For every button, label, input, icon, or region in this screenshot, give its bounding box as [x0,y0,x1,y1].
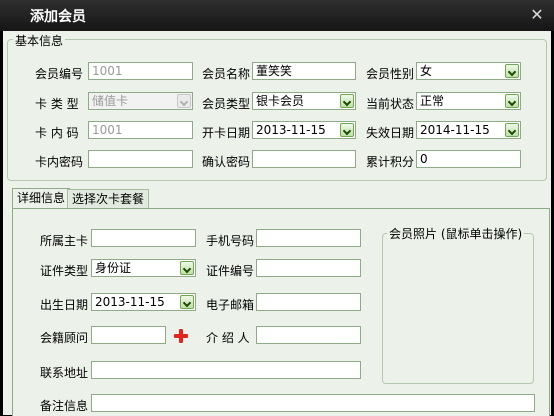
open-date-picker[interactable]: 2013-11-15 [252,121,356,139]
card-password-field[interactable] [88,150,193,168]
advisor-label: 会籍顾问 [40,331,89,345]
birth-date-value: 2013-11-15 [95,295,165,309]
points-field[interactable]: 0 [416,150,521,168]
expire-date-label: 失效日期 [366,126,415,140]
chevron-down-icon[interactable] [180,295,194,309]
member-gender-label: 会员性别 [366,67,415,81]
tab-select-package[interactable]: 选择次卡套餐 [67,189,150,209]
id-no-label: 证件编号 [206,264,255,278]
remarks-field[interactable] [91,394,535,412]
points-label: 累计积分 [366,155,415,169]
id-type-select[interactable]: 身份证 [91,259,196,277]
member-type-select[interactable]: 银卡会员 [252,92,356,110]
mobile-field[interactable] [256,229,361,247]
confirm-password-label: 确认密码 [202,155,251,169]
member-type-value: 银卡会员 [256,94,305,108]
current-status-value: 正常 [420,94,445,108]
member-gender-select[interactable]: 女 [416,62,521,80]
referrer-field[interactable] [256,326,361,344]
address-field[interactable] [91,361,361,379]
advisor-field[interactable] [91,326,166,344]
title-bar[interactable]: 添加会员 ✕ [0,0,554,32]
address-label: 联系地址 [40,366,89,380]
open-date-value: 2013-11-15 [256,123,326,137]
id-no-field[interactable] [256,259,361,277]
expire-date-picker[interactable]: 2014-11-15 [416,121,521,139]
chevron-down-icon[interactable] [505,123,519,137]
card-inner-no-field[interactable]: 1001 [88,121,193,139]
remarks-label: 备注信息 [40,399,89,413]
add-advisor-icon[interactable] [174,329,188,343]
card-inner-no-label: 卡 内 码 [35,126,79,140]
birth-date-picker[interactable]: 2013-11-15 [91,293,196,311]
card-password-label: 卡内密码 [35,155,84,169]
dialog-body: 基本信息 会员编号 1001 会员名称 董笑笑 会员性别 女 卡 类 型 储值卡… [3,31,551,416]
member-gender-value: 女 [420,64,433,78]
current-status-select[interactable]: 正常 [416,92,521,110]
current-status-label: 当前状态 [366,97,415,111]
member-name-label: 会员名称 [202,67,251,81]
main-card-field[interactable] [91,229,196,247]
member-name-field[interactable]: 董笑笑 [252,62,356,80]
card-type-select[interactable]: 储值卡 [88,92,193,110]
birth-date-label: 出生日期 [40,298,89,312]
card-type-label: 卡 类 型 [35,97,79,111]
tab-detail-info[interactable]: 详细信息 [12,188,71,209]
mobile-label: 手机号码 [206,234,255,248]
main-card-label: 所属主卡 [40,234,89,248]
close-icon[interactable]: ✕ [527,5,547,25]
chevron-down-icon[interactable] [340,123,354,137]
chevron-down-icon[interactable] [180,261,194,275]
member-no-field[interactable]: 1001 [88,62,193,80]
chevron-down-icon[interactable] [505,64,519,78]
chevron-down-icon[interactable] [340,94,354,108]
id-type-value: 身份证 [95,261,132,275]
email-label: 电子邮箱 [206,298,255,312]
member-type-label: 会员类型 [202,97,251,111]
member-photo-legend: 会员照片 (鼠标单击操作) [387,225,525,242]
confirm-password-field[interactable] [252,150,356,168]
referrer-label: 介 绍 人 [206,331,250,345]
member-no-label: 会员编号 [35,67,84,81]
email-field[interactable] [256,293,361,311]
open-date-label: 开卡日期 [202,126,251,140]
member-photo-box[interactable] [382,233,534,384]
window-title: 添加会员 [30,9,86,25]
expire-date-value: 2014-11-15 [420,123,490,137]
chevron-down-icon [177,94,191,108]
chevron-down-icon[interactable] [505,94,519,108]
card-type-value: 储值卡 [92,94,129,108]
id-type-label: 证件类型 [40,264,89,278]
basic-info-legend: 基本信息 [13,32,66,49]
